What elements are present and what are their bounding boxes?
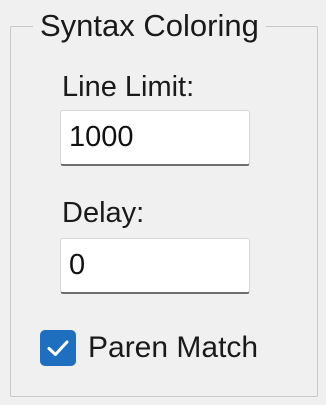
paren-match-label: Paren Match [88, 331, 259, 364]
syntax-coloring-panel: Syntax Coloring Line Limit: Delay: Paren… [0, 0, 326, 405]
delay-input[interactable] [60, 238, 250, 294]
line-limit-input[interactable] [60, 110, 250, 166]
delay-label: Delay: [62, 197, 145, 229]
checkmark-icon [47, 340, 69, 356]
paren-match-checkbox[interactable]: Paren Match [40, 328, 258, 368]
group-title: Syntax Coloring [33, 8, 266, 44]
line-limit-label: Line Limit: [62, 71, 195, 103]
checkbox-checked-box[interactable] [40, 330, 76, 366]
